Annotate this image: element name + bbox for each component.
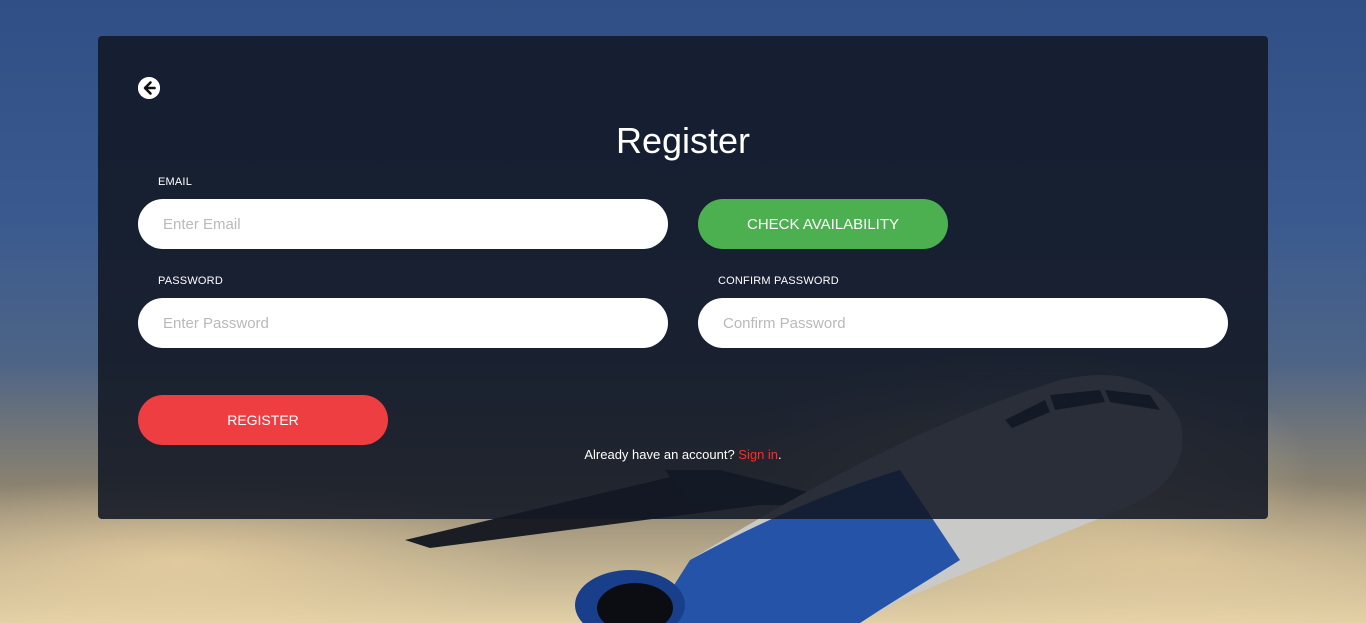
check-availability-button[interactable]: CHECK AVAILABILITY xyxy=(698,199,948,249)
email-input[interactable] xyxy=(138,199,668,249)
confirm-password-label: CONFIRM PASSWORD xyxy=(718,275,839,287)
email-label: EMAIL xyxy=(158,176,193,188)
register-button[interactable]: REGISTER xyxy=(138,395,388,445)
confirm-password-input[interactable] xyxy=(698,298,1228,348)
arrow-left-circle-icon xyxy=(138,77,160,99)
signin-prompt-text: Already have an account? xyxy=(584,447,739,462)
page-title: Register xyxy=(615,120,751,161)
password-input[interactable] xyxy=(138,298,668,348)
signin-prompt: Already have an account? Sign in. xyxy=(0,447,1366,462)
password-label: PASSWORD xyxy=(158,275,223,287)
signin-link[interactable]: Sign in xyxy=(738,447,778,462)
signin-suffix: . xyxy=(778,447,782,462)
back-button[interactable] xyxy=(138,77,160,99)
